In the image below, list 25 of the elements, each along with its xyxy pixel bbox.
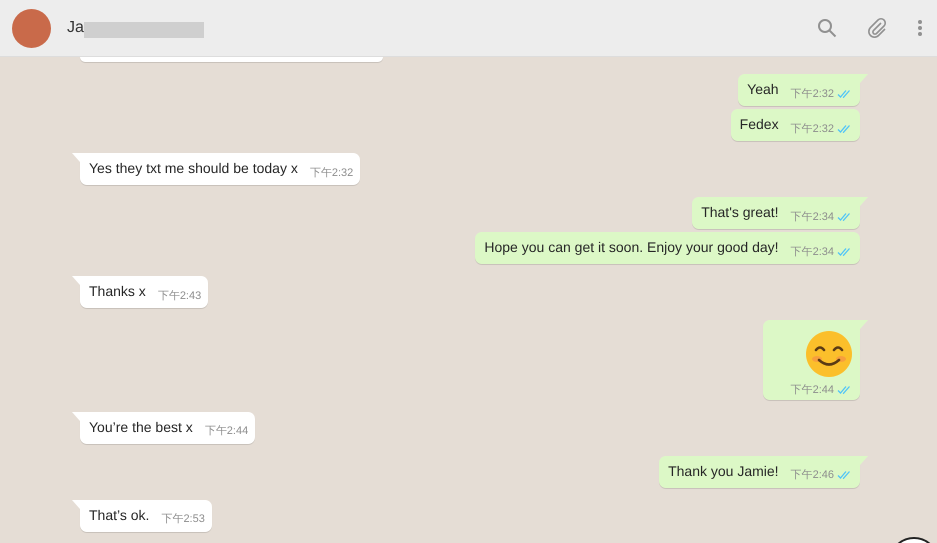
contact-name: Ja [67, 18, 84, 38]
message-text: Fedex [740, 115, 779, 134]
message-text: That’s ok. [89, 506, 150, 524]
message-text: You’re the best x [89, 418, 193, 436]
message-time: 下午2:34 [790, 244, 834, 260]
message-time: 下午2:32 [790, 86, 834, 102]
message-time: 下午2:44 [204, 424, 248, 439]
message-text: Thank you Jamie! [668, 462, 779, 480]
smiling-face-icon [805, 330, 853, 378]
message-time: 下午2:32 [790, 122, 834, 136]
avatar[interactable] [12, 8, 51, 48]
message-text: That's great! [701, 203, 779, 222]
message-text: Yes they txt me should be today x [89, 159, 298, 178]
message-time: 下午2:32 [310, 166, 354, 180]
message-time: 下午2:53 [161, 512, 205, 527]
message-text: Yeah [747, 80, 779, 99]
message-time: 下午2:43 [158, 288, 202, 304]
message-time: 下午2:46 [790, 468, 834, 483]
paperclip-icon[interactable] [866, 17, 888, 39]
menu-icon[interactable] [917, 19, 923, 37]
message-time: 下午2:34 [790, 210, 834, 224]
search-icon[interactable] [817, 18, 837, 38]
message-text: Thanks x [89, 282, 146, 301]
message-time: 下午2:44 [790, 383, 834, 398]
message-text: Hope you can get it soon. Enjoy your good day! [484, 238, 779, 257]
